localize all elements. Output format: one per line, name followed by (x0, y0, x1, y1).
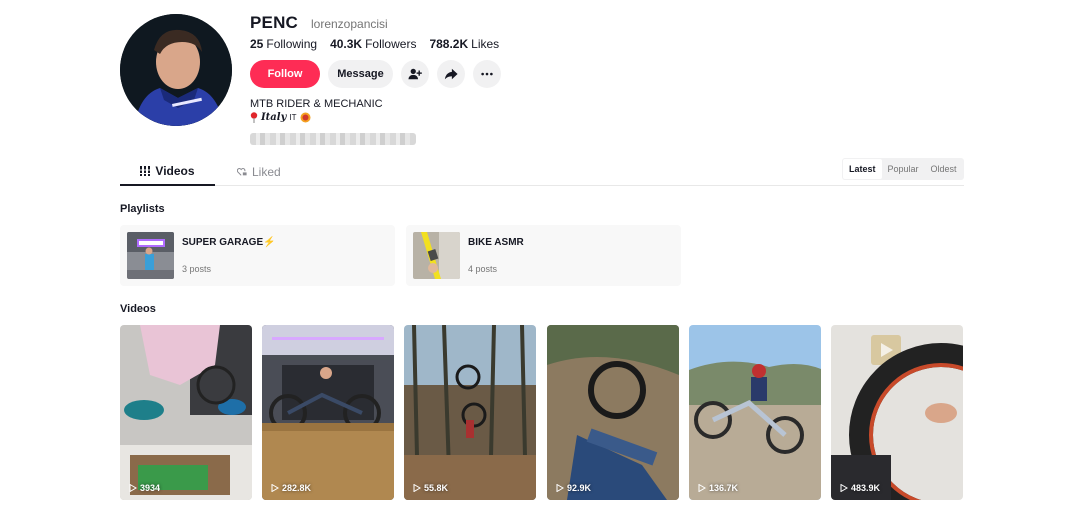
add-friend-icon (408, 68, 422, 80)
sort-oldest[interactable]: Oldest (925, 159, 963, 179)
follow-button[interactable]: Follow (250, 60, 320, 88)
location-text: 𝑰𝒕𝒂𝒍𝒚 (261, 112, 287, 123)
bio-text: MTB RIDER & MECHANIC (250, 98, 383, 110)
playlist-count: 3 posts (182, 264, 212, 274)
video-views: 92.9K (556, 483, 591, 493)
following-label: Following (266, 37, 318, 51)
profile-avatar[interactable] (120, 14, 232, 126)
video-card[interactable]: 3934 (120, 325, 252, 500)
play-icon (129, 484, 137, 492)
play-icon (698, 484, 706, 492)
followers-label: Followers (365, 37, 417, 51)
share-icon (444, 68, 458, 80)
play-icon (413, 484, 421, 492)
play-icon (840, 484, 848, 492)
likes-count: 788.2K (429, 37, 469, 51)
grid-icon (140, 166, 151, 176)
playlist-title: BIKE ASMR (468, 237, 524, 248)
add-friend-button[interactable] (401, 60, 429, 88)
playlist-count: 4 posts (468, 264, 498, 274)
followers-count: 40.3K (330, 37, 363, 51)
video-thumbnail (262, 325, 394, 500)
tab-videos[interactable]: Videos (120, 158, 215, 186)
video-views: 483.9K (840, 483, 880, 493)
playlist-thumbnail-image (127, 232, 174, 279)
following-count: 25 (250, 37, 264, 51)
playlist-card-super-garage[interactable]: SUPER GARAGE⚡ 3 posts (120, 225, 395, 286)
video-view-count: 3934 (140, 483, 161, 493)
tab-liked-label: Liked (252, 165, 281, 179)
video-view-count: 92.9K (567, 483, 592, 493)
bio-location: 𝑰𝒕𝒂𝒍𝒚 IT (250, 112, 311, 123)
sort-control: Latest Popular Oldest (842, 158, 964, 180)
video-card[interactable]: 55.8K (404, 325, 536, 500)
video-views: 282.8K (271, 483, 311, 493)
playlist-title: SUPER GARAGE⚡ (182, 237, 276, 248)
more-icon (481, 72, 493, 76)
video-thumbnail (689, 325, 821, 500)
share-button[interactable] (437, 60, 465, 88)
video-view-count: 136.7K (709, 483, 739, 493)
video-thumbnail (831, 325, 963, 500)
video-card[interactable]: 136.7K (689, 325, 821, 500)
playlist-thumbnail-image (413, 232, 460, 279)
playlist-thumbnail (413, 232, 460, 279)
playlist-card-bike-asmr[interactable]: BIKE ASMR 4 posts (406, 225, 681, 286)
more-button[interactable] (473, 60, 501, 88)
likes-label: Likes (471, 37, 500, 51)
following-stat[interactable]: 25 Following (250, 37, 317, 51)
video-views: 55.8K (413, 483, 448, 493)
tab-liked[interactable]: Liked (237, 158, 281, 186)
video-card[interactable]: 483.9K (831, 325, 963, 500)
video-thumbnail (404, 325, 536, 500)
video-thumbnail (120, 325, 252, 500)
playlists-heading: Playlists (120, 203, 165, 215)
likes-stat: 788.2K Likes (429, 37, 499, 51)
heart-lock-icon (237, 167, 247, 176)
videos-heading: Videos (120, 303, 156, 315)
video-view-count: 483.9K (851, 483, 881, 493)
video-card[interactable]: 92.9K (547, 325, 679, 500)
sort-latest[interactable]: Latest (843, 159, 882, 179)
video-views: 136.7K (698, 483, 738, 493)
video-view-count: 282.8K (282, 483, 312, 493)
blurred-link[interactable] (250, 133, 416, 145)
pin-icon (250, 112, 258, 123)
play-icon (271, 484, 279, 492)
video-thumbnail (547, 325, 679, 500)
message-button[interactable]: Message (328, 60, 393, 88)
content-tabs: Videos Liked (120, 158, 964, 186)
flag-emoji-icon (300, 112, 310, 123)
profile-username: lorenzopancisi (311, 17, 388, 31)
flag-letters: IT (289, 113, 297, 122)
video-view-count: 55.8K (424, 483, 449, 493)
profile-actions: Follow Message (250, 60, 501, 88)
video-views: 3934 (129, 483, 160, 493)
avatar-image (120, 14, 232, 126)
profile-stats: 25 Following 40.3K Followers 788.2K Likes (250, 37, 499, 51)
video-card[interactable]: 282.8K (262, 325, 394, 500)
profile-name: PENC (250, 13, 299, 32)
followers-stat[interactable]: 40.3K Followers (330, 37, 416, 51)
play-icon (556, 484, 564, 492)
sort-popular[interactable]: Popular (882, 159, 925, 179)
playlist-thumbnail (127, 232, 174, 279)
tab-videos-label: Videos (155, 164, 195, 178)
